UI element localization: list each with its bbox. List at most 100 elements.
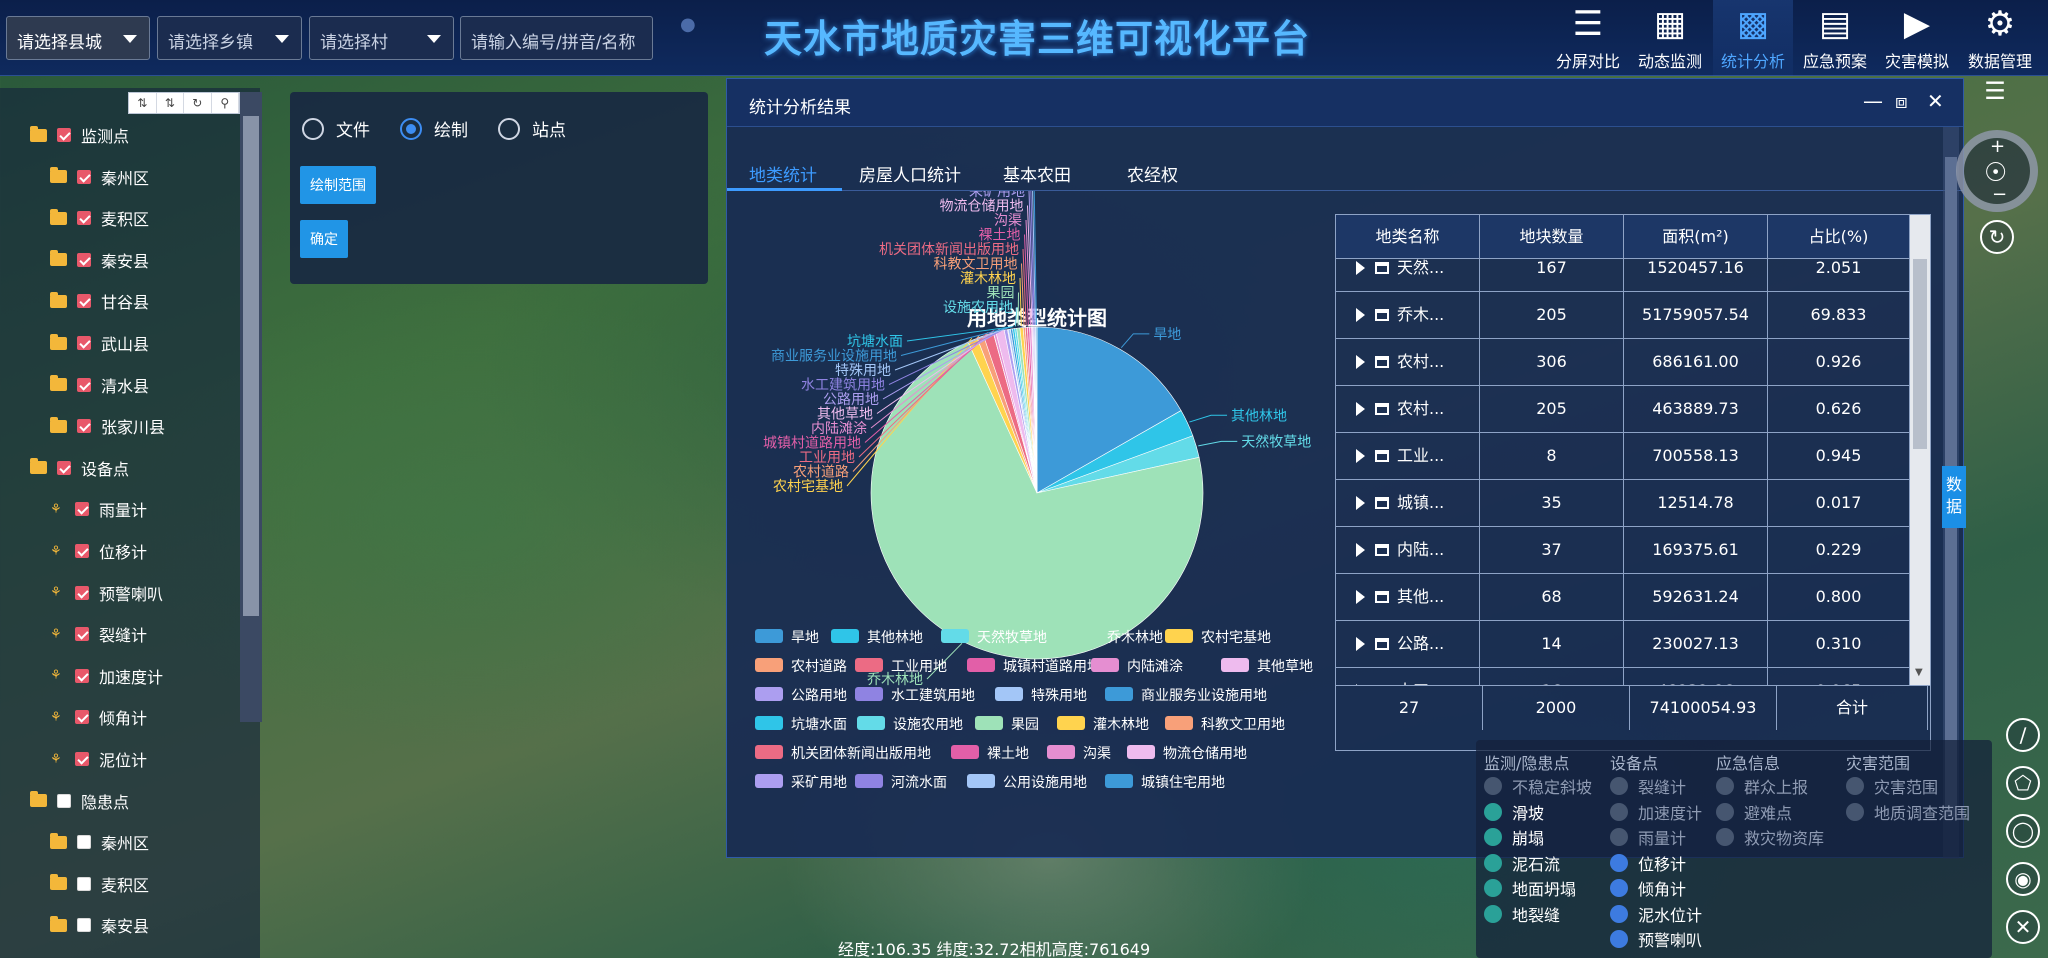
layer-checkbox[interactable] — [57, 460, 71, 475]
legend-swatch[interactable] — [1091, 658, 1119, 672]
legend-item[interactable]: 位移计 — [1610, 851, 1686, 875]
village-select[interactable]: 请选择村 — [309, 16, 454, 60]
legend-swatch[interactable] — [951, 745, 979, 759]
expand-icon[interactable] — [1356, 355, 1365, 369]
maximize-icon[interactable]: ⧈ — [1895, 89, 1908, 113]
expand-icon[interactable] — [1356, 543, 1365, 557]
legend-swatch[interactable] — [1047, 745, 1075, 759]
radio-file[interactable] — [302, 117, 324, 140]
legend-swatch[interactable] — [1221, 658, 1249, 672]
legend-label[interactable]: 裸土地 — [987, 745, 1029, 761]
layer-tree-item[interactable]: ⚘ 倾角计 — [50, 702, 147, 732]
legend-swatch[interactable] — [755, 774, 783, 788]
scrollbar-thumb[interactable] — [1913, 259, 1927, 449]
clear-icon[interactable]: ✕ — [2006, 910, 2040, 944]
table-row[interactable]: 城镇... 35 12514.78 0.017 — [1336, 480, 1910, 527]
layer-checkbox[interactable] — [77, 876, 91, 891]
legend-label[interactable]: 特殊用地 — [1031, 687, 1087, 703]
expand-icon[interactable] — [1356, 496, 1365, 510]
tab-house-population[interactable]: 房屋人口统计 — [859, 161, 961, 186]
table-header-cell[interactable]: 地块数量 — [1480, 215, 1624, 259]
legend-swatch[interactable] — [831, 629, 859, 643]
legend-swatch[interactable] — [755, 745, 783, 759]
legend-swatch[interactable] — [975, 716, 1003, 730]
legend-label[interactable]: 其他草地 — [1257, 658, 1313, 674]
legend-item[interactable]: 崩塌 — [1484, 825, 1544, 849]
layer-tree-item[interactable]: 麦积区 — [50, 203, 149, 233]
legend-swatch[interactable] — [967, 774, 995, 788]
measure-line-icon[interactable]: ∕ — [2006, 718, 2040, 752]
layer-tree-item[interactable]: 清水县 — [50, 370, 149, 400]
marker-icon[interactable]: ◉ — [2006, 862, 2040, 896]
layer-tree-item[interactable]: 秦州区 — [50, 827, 149, 857]
legend-label[interactable]: 其他林地 — [867, 629, 923, 645]
legend-item[interactable]: 泥石流 — [1484, 851, 1560, 875]
sort-desc-icon[interactable]: ⇅ — [157, 93, 184, 113]
legend-swatch[interactable] — [755, 687, 783, 701]
legend-label[interactable]: 坑塘水面 — [791, 716, 847, 732]
table-row[interactable]: 乔木... 205 51759057.54 69.833 — [1336, 292, 1910, 339]
legend-item[interactable]: 群众上报 — [1716, 774, 1808, 798]
nav-split-compare[interactable]: ☰ 分屏对比 — [1548, 0, 1628, 76]
data-side-tab[interactable]: 数据 — [1942, 466, 1966, 528]
layer-tree-item[interactable]: ⚘ 加速度计 — [50, 661, 163, 691]
legend-swatch[interactable] — [1071, 629, 1099, 643]
legend-item[interactable]: 地裂缝 — [1484, 902, 1560, 926]
legend-label[interactable]: 物流仓储用地 — [1163, 745, 1247, 761]
legend-swatch[interactable] — [855, 687, 883, 701]
layer-tree-item[interactable]: ⚘ 雨量计 — [50, 494, 147, 524]
legend-item[interactable]: 不稳定斜坡 — [1484, 774, 1592, 798]
expand-icon[interactable] — [1356, 261, 1365, 275]
layer-checkbox[interactable] — [75, 502, 89, 517]
refresh-icon[interactable]: ↻ — [184, 93, 212, 113]
legend-item[interactable]: 灾害范围 — [1846, 774, 1938, 798]
search-icon[interactable]: ⚲ — [212, 93, 239, 113]
legend-item[interactable]: 预警喇叭 — [1610, 927, 1702, 951]
layer-checkbox[interactable] — [77, 835, 91, 850]
layer-checkbox[interactable] — [75, 752, 89, 766]
legend-swatch[interactable] — [1105, 687, 1133, 701]
legend-swatch[interactable] — [855, 774, 883, 788]
table-row[interactable]: 工业... 8 700558.13 0.945 — [1336, 433, 1910, 480]
layer-tree-item[interactable]: 武山县 — [50, 328, 149, 358]
legend-swatch[interactable] — [941, 629, 969, 643]
sort-asc-icon[interactable]: ⇅ — [129, 93, 157, 113]
legend-swatch[interactable] — [1057, 716, 1085, 730]
reset-view-icon[interactable]: ↻ — [1980, 220, 2014, 254]
layer-tree-item[interactable]: 麦积区 — [50, 869, 149, 899]
legend-item[interactable]: 裂缝计 — [1610, 774, 1686, 798]
legend-swatch[interactable] — [1105, 774, 1133, 788]
scroll-down-icon[interactable]: ▼ — [1915, 667, 1923, 678]
scrollbar-thumb[interactable] — [243, 116, 259, 616]
legend-label[interactable]: 科教文卫用地 — [1201, 716, 1285, 732]
nav-dynamic-monitor[interactable]: ▦ 动态监测 — [1630, 0, 1710, 76]
layer-checkbox[interactable] — [77, 169, 91, 184]
expand-icon[interactable] — [1356, 449, 1365, 463]
table-row[interactable]: 农村... 205 463889.73 0.626 — [1336, 386, 1910, 433]
nav-emergency-plan[interactable]: ▤ 应急预案 — [1795, 0, 1875, 76]
layer-checkbox[interactable] — [75, 544, 89, 558]
legend-swatch[interactable] — [755, 629, 783, 643]
legend-swatch[interactable] — [1127, 745, 1155, 759]
legend-item[interactable]: 地面坍塌 — [1484, 876, 1576, 900]
legend-label[interactable]: 河流水面 — [891, 774, 947, 790]
confirm-button[interactable]: 确定 — [300, 220, 348, 258]
layer-checkbox[interactable] — [75, 668, 89, 683]
legend-label[interactable]: 城镇村道路用地 — [1003, 658, 1101, 674]
legend-label[interactable]: 沟渠 — [1083, 745, 1111, 761]
legend-label[interactable]: 天然牧草地 — [977, 629, 1047, 645]
expand-icon[interactable] — [1356, 637, 1365, 651]
layer-checkbox[interactable] — [77, 252, 91, 267]
legend-item[interactable]: 雨量计 — [1610, 825, 1686, 849]
nav-data-manage[interactable]: ⚙ 数据管理 — [1960, 0, 2040, 76]
table-row[interactable]: 公路... 14 230027.13 0.310 — [1336, 621, 1910, 668]
radio-draw[interactable] — [400, 117, 422, 140]
table-row[interactable]: 水工...1648232.860.065 — [1336, 668, 1910, 685]
layer-tree-item[interactable]: 张家川县 — [50, 411, 165, 441]
layer-checkbox[interactable] — [75, 710, 89, 725]
legend-item[interactable]: 救灾物资库 — [1716, 825, 1824, 849]
layer-checkbox[interactable] — [77, 419, 91, 434]
nav-statistics[interactable]: ▩ 统计分析 — [1713, 0, 1793, 76]
legend-item[interactable]: 加速度计 — [1610, 800, 1702, 824]
legend-item[interactable]: 避难点 — [1716, 800, 1792, 824]
